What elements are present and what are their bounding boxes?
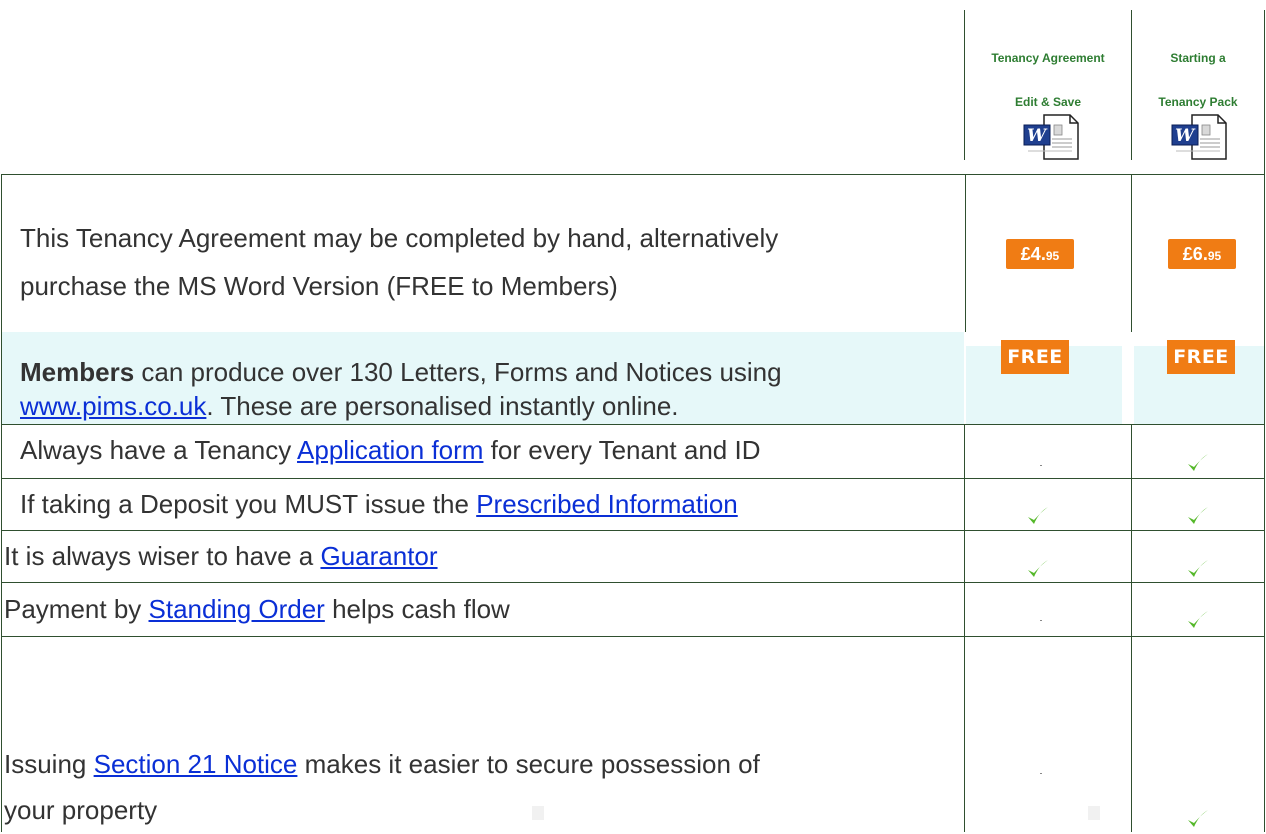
row3-post: for every Tenant and ID	[483, 435, 761, 465]
free-badge-col1[interactable]: FREE	[1001, 340, 1069, 374]
row5-pre: It is always wiser to have a	[4, 541, 321, 571]
price-col2-decimal: 95	[1207, 249, 1222, 263]
check-icon	[1188, 454, 1208, 471]
header-col1-line1: Tenancy Agreement	[991, 51, 1105, 65]
section-21-notice-link[interactable]: Section 21 Notice	[94, 749, 298, 779]
lower-col2-border	[1131, 424, 1132, 832]
row1-text-line1: This Tenancy Agreement may be completed …	[20, 223, 779, 253]
standing-order-link[interactable]: Standing Order	[149, 594, 325, 624]
price-tenancy-agreement[interactable]: £4.95	[1006, 239, 1074, 269]
row6-text: Payment by Standing Order helps cash flo…	[4, 582, 510, 636]
table-right-border	[1264, 10, 1265, 832]
faint-square-marker	[532, 806, 544, 820]
check-icon	[1028, 560, 1048, 577]
header-col2-line1: Starting a	[1170, 51, 1226, 65]
row1-col1-border	[965, 174, 966, 332]
check-icon	[1188, 507, 1208, 524]
row7-text-line1: Issuing Section 21 Notice makes it easie…	[4, 740, 760, 788]
application-form-link[interactable]: Application form	[297, 435, 483, 465]
row7-post: makes it easier to secure possession of	[297, 749, 760, 779]
row6-pre: Payment by	[4, 594, 149, 624]
lower-col1-border	[964, 424, 965, 832]
row3-text: Always have a Tenancy Application form f…	[20, 424, 760, 476]
word-document-icon[interactable]: W	[1022, 113, 1082, 161]
price-starting-pack[interactable]: £6.95	[1168, 239, 1236, 269]
svg-text:W: W	[1027, 126, 1048, 146]
row6-bottom-border	[1, 636, 1265, 637]
prescribed-information-link[interactable]: Prescribed Information	[476, 489, 738, 519]
empty-cell-marker	[1040, 465, 1042, 466]
row1-col2-border	[1131, 174, 1132, 332]
svg-text:W: W	[1175, 126, 1196, 146]
free-badge-col2[interactable]: FREE	[1167, 340, 1235, 374]
header-col1-line2: Edit & Save	[1014, 95, 1082, 109]
header-bottom-border	[1, 174, 1265, 175]
check-icon	[1188, 810, 1208, 827]
guarantor-link[interactable]: Guarantor	[320, 541, 437, 571]
row2-text-line2-rest: . These are personalised instantly onlin…	[206, 391, 679, 421]
pims-link[interactable]: www.pims.co.uk	[20, 391, 206, 421]
row7-text-line2: your property	[4, 795, 158, 825]
header-tenancy-agreement: Tenancy Agreement Edit & Save	[965, 51, 1131, 111]
price-col1-decimal: 95	[1045, 249, 1060, 263]
row5-text: It is always wiser to have a Guarantor	[4, 530, 438, 582]
check-icon	[1188, 611, 1208, 628]
header-starting-pack: Starting a Tenancy Pack	[1132, 51, 1264, 111]
word-document-icon[interactable]: W	[1170, 113, 1230, 161]
price-col1-main: £4.	[1020, 244, 1046, 264]
table-left-border	[1, 174, 2, 832]
row4-text: If taking a Deposit you MUST issue the P…	[20, 478, 738, 530]
row4-pre: If taking a Deposit you MUST issue the	[20, 489, 477, 519]
empty-cell-marker	[1040, 620, 1042, 621]
row7-pre: Issuing	[4, 749, 94, 779]
row3-pre: Always have a Tenancy	[20, 435, 298, 465]
empty-cell-marker	[1040, 773, 1042, 774]
check-icon	[1028, 507, 1048, 524]
check-icon	[1188, 560, 1208, 577]
price-col2-main: £6.	[1182, 244, 1208, 264]
faint-square-marker	[1088, 806, 1100, 820]
header-col2-line2: Tenancy Pack	[1158, 95, 1238, 109]
row2-text-line2: www.pims.co.uk. These are personalised i…	[20, 382, 679, 430]
row6-post: helps cash flow	[324, 594, 510, 624]
row1-text-line2: purchase the MS Word Version (FREE to Me…	[20, 271, 618, 301]
